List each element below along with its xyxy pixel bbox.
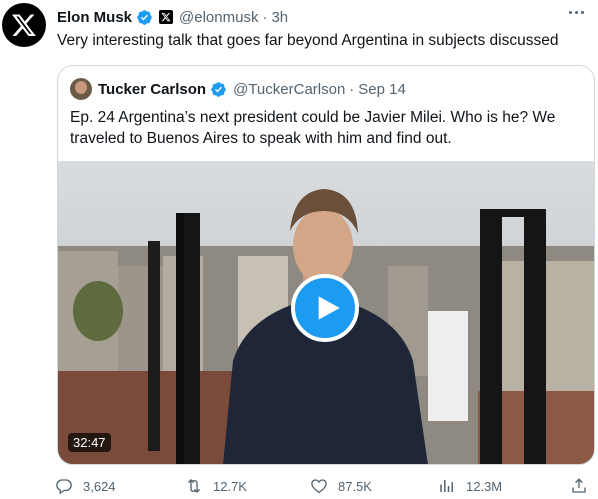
views-button[interactable]: 12.3M	[438, 477, 502, 495]
views-icon	[440, 480, 453, 492]
x-logo-icon	[161, 12, 171, 22]
action-bar: 3,624 12.7K 87.5K 12.3M	[55, 476, 590, 496]
share-icon	[572, 478, 586, 493]
more-icon	[581, 11, 584, 14]
share-button[interactable]	[570, 477, 598, 495]
video-player[interactable]: 32:47	[58, 161, 594, 464]
quoted-author-avatar[interactable]	[70, 78, 92, 100]
tweet-timestamp[interactable]: 3h	[271, 9, 288, 26]
repost-count: 12.7K	[213, 478, 247, 494]
separator-dot: ·	[349, 80, 355, 98]
quoted-text: Ep. 24 Argentina’s next president could …	[70, 109, 556, 147]
like-count: 87.5K	[338, 478, 372, 494]
more-button[interactable]	[565, 7, 588, 18]
play-icon	[318, 296, 340, 320]
reply-icon	[56, 479, 72, 495]
verified-icon	[211, 81, 226, 97]
reply-count: 3,624	[83, 478, 116, 494]
author-avatar[interactable]	[2, 3, 46, 47]
view-count: 12.3M	[466, 478, 503, 494]
author-name[interactable]: Elon Musk	[57, 9, 132, 26]
x-logo-icon	[11, 14, 36, 37]
repost-icon	[187, 479, 201, 493]
like-button[interactable]: 87.5K	[310, 477, 372, 495]
verified-icon	[137, 9, 152, 25]
quoted-author-name[interactable]: Tucker Carlson	[98, 81, 206, 98]
tweet-text: Very interesting talk that goes far beyo…	[57, 32, 559, 49]
quoted-header: Tucker Carlson @TuckerCarlson · Sep 14	[70, 78, 406, 100]
quoted-timestamp[interactable]: Sep 14	[358, 81, 406, 98]
author-handle[interactable]: @elonmusk	[179, 9, 258, 26]
quoted-author-handle[interactable]: @TuckerCarlson	[233, 81, 345, 98]
more-icon	[569, 11, 572, 14]
reply-button[interactable]: 3,624	[55, 477, 116, 495]
separator-dot: ·	[262, 8, 268, 26]
quoted-tweet[interactable]: Tucker Carlson @TuckerCarlson · Sep 14 E…	[57, 65, 595, 465]
more-icon	[575, 11, 578, 14]
like-icon	[311, 479, 327, 494]
video-duration: 32:47	[68, 433, 111, 452]
repost-button[interactable]: 12.7K	[185, 477, 247, 495]
x-affiliate-badge	[159, 10, 174, 24]
tweet-header: Elon Musk @elonmusk · 3h	[57, 6, 288, 28]
play-button[interactable]	[291, 274, 359, 342]
